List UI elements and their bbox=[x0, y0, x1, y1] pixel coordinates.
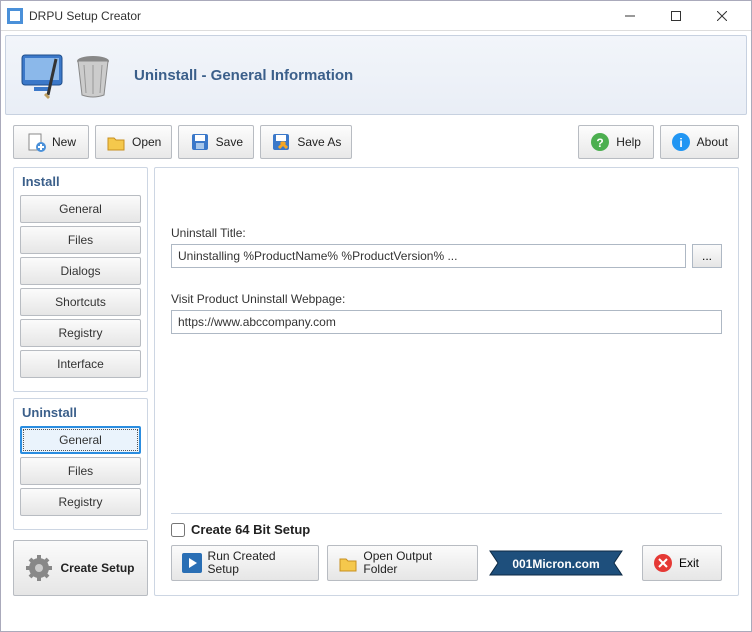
watermark: 001Micron.com bbox=[486, 547, 626, 579]
folder-label: Open Output Folder bbox=[363, 549, 432, 576]
minimize-button[interactable] bbox=[607, 2, 653, 30]
save-button[interactable]: Save bbox=[178, 125, 254, 159]
uninstall-group: Uninstall General Files Registry bbox=[13, 398, 148, 530]
toolbar: New Open Save Save As ? Help i About bbox=[1, 119, 751, 167]
webpage-block: Visit Product Uninstall Webpage: bbox=[171, 292, 722, 334]
run-created-setup-button[interactable]: Run Created Setup bbox=[171, 545, 319, 581]
open-output-folder-button[interactable]: Open Output Folder bbox=[327, 545, 478, 581]
play-icon bbox=[182, 553, 202, 573]
open-button[interactable]: Open bbox=[95, 125, 172, 159]
new-button[interactable]: New bbox=[13, 125, 89, 159]
help-icon: ? bbox=[590, 132, 610, 152]
help-button[interactable]: ? Help bbox=[578, 125, 654, 159]
uninstall-group-title: Uninstall bbox=[20, 405, 141, 420]
bottom-bar: Create 64 Bit Setup Run Created Setup Op… bbox=[171, 513, 722, 581]
svg-text:?: ? bbox=[597, 136, 604, 150]
uninstall-title-input[interactable] bbox=[171, 244, 686, 268]
maximize-button[interactable] bbox=[653, 2, 699, 30]
sidebar: Install General Files Dialogs Shortcuts … bbox=[13, 167, 148, 596]
run-label: Run Created Setup bbox=[208, 549, 276, 576]
about-label: About bbox=[697, 135, 728, 149]
saveas-icon bbox=[271, 132, 291, 152]
monitor-icon bbox=[20, 51, 68, 99]
window-title: DRPU Setup Creator bbox=[29, 9, 607, 23]
uninstall-title-browse[interactable]: ... bbox=[692, 244, 722, 268]
sidebar-install-registry[interactable]: Registry bbox=[20, 319, 141, 347]
sidebar-uninstall-registry[interactable]: Registry bbox=[20, 488, 141, 516]
exit-icon bbox=[653, 553, 673, 573]
open-label: Open bbox=[132, 135, 161, 149]
content-panel: Uninstall Title: ... Visit Product Unins… bbox=[154, 167, 739, 596]
banner-icons bbox=[20, 51, 114, 99]
svg-text:i: i bbox=[679, 136, 682, 150]
uninstall-title-block: Uninstall Title: ... bbox=[171, 226, 722, 268]
about-button[interactable]: i About bbox=[660, 125, 739, 159]
trash-icon bbox=[72, 51, 114, 99]
new-label: New bbox=[52, 135, 76, 149]
folder-icon bbox=[338, 553, 358, 573]
sidebar-uninstall-files[interactable]: Files bbox=[20, 457, 141, 485]
install-group: Install General Files Dialogs Shortcuts … bbox=[13, 167, 148, 392]
webpage-label: Visit Product Uninstall Webpage: bbox=[171, 292, 722, 306]
svg-text:001Micron.com: 001Micron.com bbox=[512, 557, 599, 571]
saveas-button[interactable]: Save As bbox=[260, 125, 352, 159]
header-banner: Uninstall - General Information bbox=[5, 35, 747, 115]
about-icon: i bbox=[671, 132, 691, 152]
sidebar-install-shortcuts[interactable]: Shortcuts bbox=[20, 288, 141, 316]
new-icon bbox=[26, 132, 46, 152]
gear-icon bbox=[26, 555, 52, 581]
uninstall-title-label: Uninstall Title: bbox=[171, 226, 722, 240]
banner-title: Uninstall - General Information bbox=[134, 67, 353, 84]
webpage-input[interactable] bbox=[171, 310, 722, 334]
install-group-title: Install bbox=[20, 174, 141, 189]
main-area: Install General Files Dialogs Shortcuts … bbox=[1, 167, 751, 606]
sidebar-install-general[interactable]: General bbox=[20, 195, 141, 223]
sidebar-install-dialogs[interactable]: Dialogs bbox=[20, 257, 141, 285]
open-icon bbox=[106, 132, 126, 152]
sidebar-install-files[interactable]: Files bbox=[20, 226, 141, 254]
titlebar: DRPU Setup Creator bbox=[1, 1, 751, 31]
create-setup-button[interactable]: Create Setup bbox=[13, 540, 148, 596]
exit-button[interactable]: Exit bbox=[642, 545, 722, 581]
save-icon bbox=[190, 132, 210, 152]
saveas-label: Save As bbox=[297, 135, 341, 149]
exit-label: Exit bbox=[679, 556, 699, 570]
close-button[interactable] bbox=[699, 2, 745, 30]
sidebar-install-interface[interactable]: Interface bbox=[20, 350, 141, 378]
app-icon bbox=[7, 8, 23, 24]
create-64bit-label: Create 64 Bit Setup bbox=[191, 522, 310, 537]
help-label: Help bbox=[616, 135, 641, 149]
create-setup-label: Create Setup bbox=[60, 560, 134, 575]
sidebar-uninstall-general[interactable]: General bbox=[20, 426, 141, 454]
create-64bit-checkbox[interactable] bbox=[171, 523, 185, 537]
save-label: Save bbox=[216, 135, 243, 149]
